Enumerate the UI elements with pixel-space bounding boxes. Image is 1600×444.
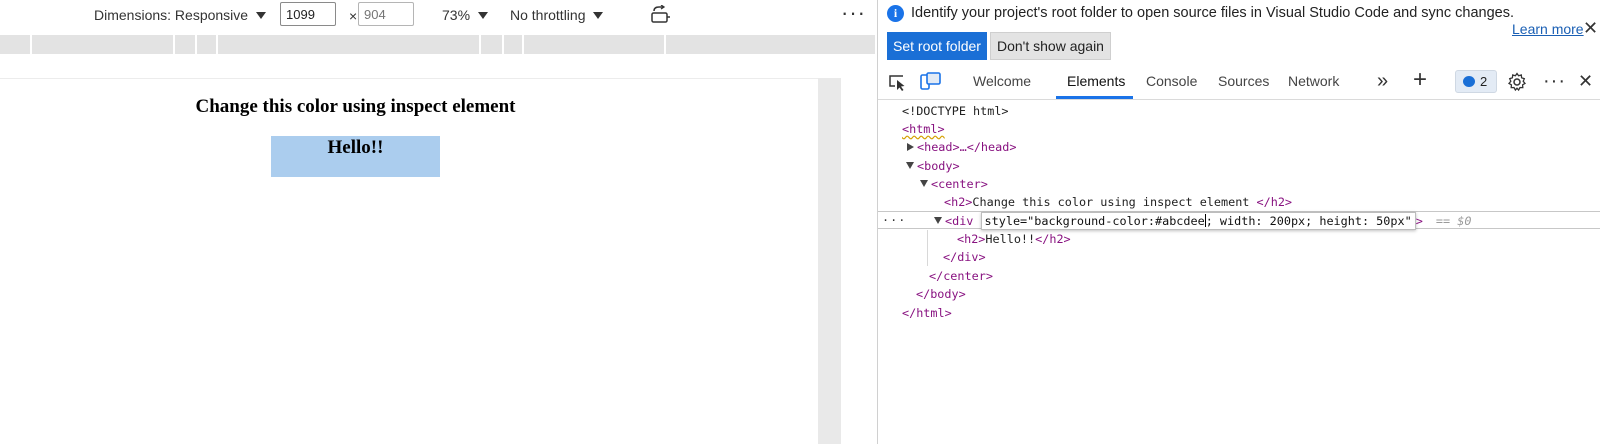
ruler-segment[interactable] <box>664 35 666 54</box>
close-icon[interactable]: ✕ <box>1583 18 1598 38</box>
center-close-tag: </center> <box>929 269 993 283</box>
div-open-tag: <div <box>945 214 974 228</box>
device-emulation-pane: Dimensions: Responsive × 73% No throttli… <box>0 0 877 444</box>
issues-count: 2 <box>1480 74 1488 89</box>
dom-tree: <!DOCTYPE html> <html> <head>…</head> <b… <box>878 101 1600 444</box>
dimensions-dropdown[interactable]: Dimensions: Responsive <box>94 5 267 27</box>
dom-node-html[interactable]: <html> <box>878 120 1600 138</box>
devtools-tabbar: Welcome Elements Console Sources Network… <box>878 64 1600 100</box>
dimensions-label: Dimensions: Responsive <box>94 7 249 23</box>
tab-sources[interactable]: Sources <box>1218 64 1269 99</box>
device-toolbar-toggle-icon[interactable] <box>920 71 942 93</box>
tab-welcome[interactable]: Welcome <box>973 64 1031 99</box>
inspect-element-icon[interactable] <box>888 72 908 92</box>
collapse-arrow-icon[interactable] <box>934 217 942 224</box>
chevron-down-icon <box>478 12 489 19</box>
div-close-tag: </div> <box>943 250 986 264</box>
dom-node-center-close[interactable]: </center> <box>878 267 1600 285</box>
throttling-dropdown[interactable]: No throttling <box>510 5 604 27</box>
more-tabs-button[interactable]: » <box>1377 64 1388 99</box>
body-open-tag: <body> <box>917 159 960 173</box>
ruler-segment[interactable] <box>30 35 32 54</box>
head-tag: <head>…</head> <box>917 140 1017 154</box>
set-root-folder-button[interactable]: Set root folder <box>887 32 987 60</box>
close-devtools-icon[interactable]: ✕ <box>1578 64 1593 99</box>
width-input[interactable] <box>280 2 336 26</box>
expand-arrow-icon[interactable] <box>907 143 914 151</box>
hello-open-tag: <h2> <box>957 232 986 246</box>
attr-text-before-caret: style="background-color:#abcdee <box>984 214 1205 228</box>
row-more-button[interactable]: ··· <box>882 211 906 229</box>
tab-console[interactable]: Console <box>1146 64 1197 99</box>
issues-icon <box>1463 76 1475 87</box>
dom-node-div-close[interactable]: </div> <box>878 248 1600 266</box>
ruler-segment[interactable] <box>522 35 524 54</box>
collapse-arrow-icon[interactable] <box>920 180 928 187</box>
throttling-label: No throttling <box>510 7 586 23</box>
page-heading: Change this color using inspect element <box>195 96 516 117</box>
doctype-text: <!DOCTYPE html> <box>902 104 1009 118</box>
infobar: i Identify your project's root folder to… <box>878 0 1600 64</box>
times-separator: × <box>349 8 358 24</box>
attr-text-after-caret: ; width: 200px; height: 50px" <box>1205 214 1412 228</box>
rotate-icon[interactable] <box>650 5 672 25</box>
infobar-message: Identify your project's root folder to o… <box>911 5 1514 21</box>
tab-elements[interactable]: Elements <box>1067 64 1125 99</box>
ruler-segment[interactable] <box>195 35 197 54</box>
selected-node-marker: == $0 <box>1435 214 1472 228</box>
colored-box: Hello!! <box>271 136 440 177</box>
dom-node-h2[interactable]: <h2>Change this color using inspect elem… <box>878 193 1600 211</box>
body-close-tag: </body> <box>916 287 966 301</box>
h2-text: Change this color using inspect element <box>972 195 1257 209</box>
active-tab-indicator <box>1056 96 1133 99</box>
hello-close-tag: </h2> <box>1035 232 1071 246</box>
issues-badge[interactable]: 2 <box>1455 70 1497 93</box>
collapse-arrow-icon[interactable] <box>906 162 914 169</box>
chevron-down-icon <box>256 12 267 19</box>
ruler-segment[interactable] <box>502 35 504 54</box>
div-open-gt: > <box>1415 214 1423 228</box>
zoom-label: 73% <box>442 7 471 23</box>
dom-node-body-close[interactable]: </body> <box>878 285 1600 303</box>
devtools-more-button[interactable]: ··· <box>1543 64 1566 99</box>
chevron-down-icon <box>593 12 604 19</box>
page-viewport: Change this color using inspect element … <box>0 78 818 444</box>
dom-node-head[interactable]: <head>…</head> <box>878 138 1600 156</box>
dont-show-again-button[interactable]: Don't show again <box>990 32 1111 60</box>
dom-node-hello-h2[interactable]: <h2>Hello!!</h2> <box>878 230 1600 248</box>
dom-node-html-close[interactable]: </html> <box>878 304 1600 322</box>
device-toolbar: Dimensions: Responsive × 73% No throttli… <box>0 0 877 30</box>
dom-node-body[interactable]: <body> <box>878 157 1600 175</box>
zoom-dropdown[interactable]: 73% <box>442 5 489 27</box>
device-more-button[interactable]: ··· <box>841 0 866 26</box>
dom-node-div-selected[interactable]: ··· <div style="background-color:#abcdee… <box>878 211 1600 230</box>
devtools-panel: i Identify your project's root folder to… <box>878 0 1600 444</box>
dom-node-center[interactable]: <center> <box>878 175 1600 193</box>
learn-more-link[interactable]: Learn more <box>1512 21 1584 37</box>
h2-open-tag: <h2> <box>944 195 973 209</box>
dom-node-doctype[interactable]: <!DOCTYPE html> <box>878 102 1600 120</box>
ruler-segment[interactable] <box>216 35 218 54</box>
h2-close-tag: </h2> <box>1256 195 1293 209</box>
ruler-segment[interactable] <box>479 35 481 54</box>
info-icon: i <box>887 5 904 22</box>
center-open-tag: <center> <box>931 177 988 191</box>
html-close-tag: </html> <box>902 306 952 320</box>
attribute-editor[interactable]: style="background-color:#abcdee; width: … <box>980 212 1416 230</box>
height-input[interactable] <box>358 2 414 26</box>
viewport-scrollbar[interactable] <box>818 78 841 444</box>
add-tab-button[interactable]: + <box>1413 64 1427 99</box>
media-query-ruler <box>0 35 875 54</box>
tab-network[interactable]: Network <box>1288 64 1339 99</box>
ruler-segment[interactable] <box>173 35 175 54</box>
gear-icon[interactable] <box>1507 72 1527 92</box>
box-heading: Hello!! <box>327 137 384 158</box>
hello-text: Hello!! <box>985 232 1036 246</box>
html-open-tag: <html> <box>902 122 945 136</box>
